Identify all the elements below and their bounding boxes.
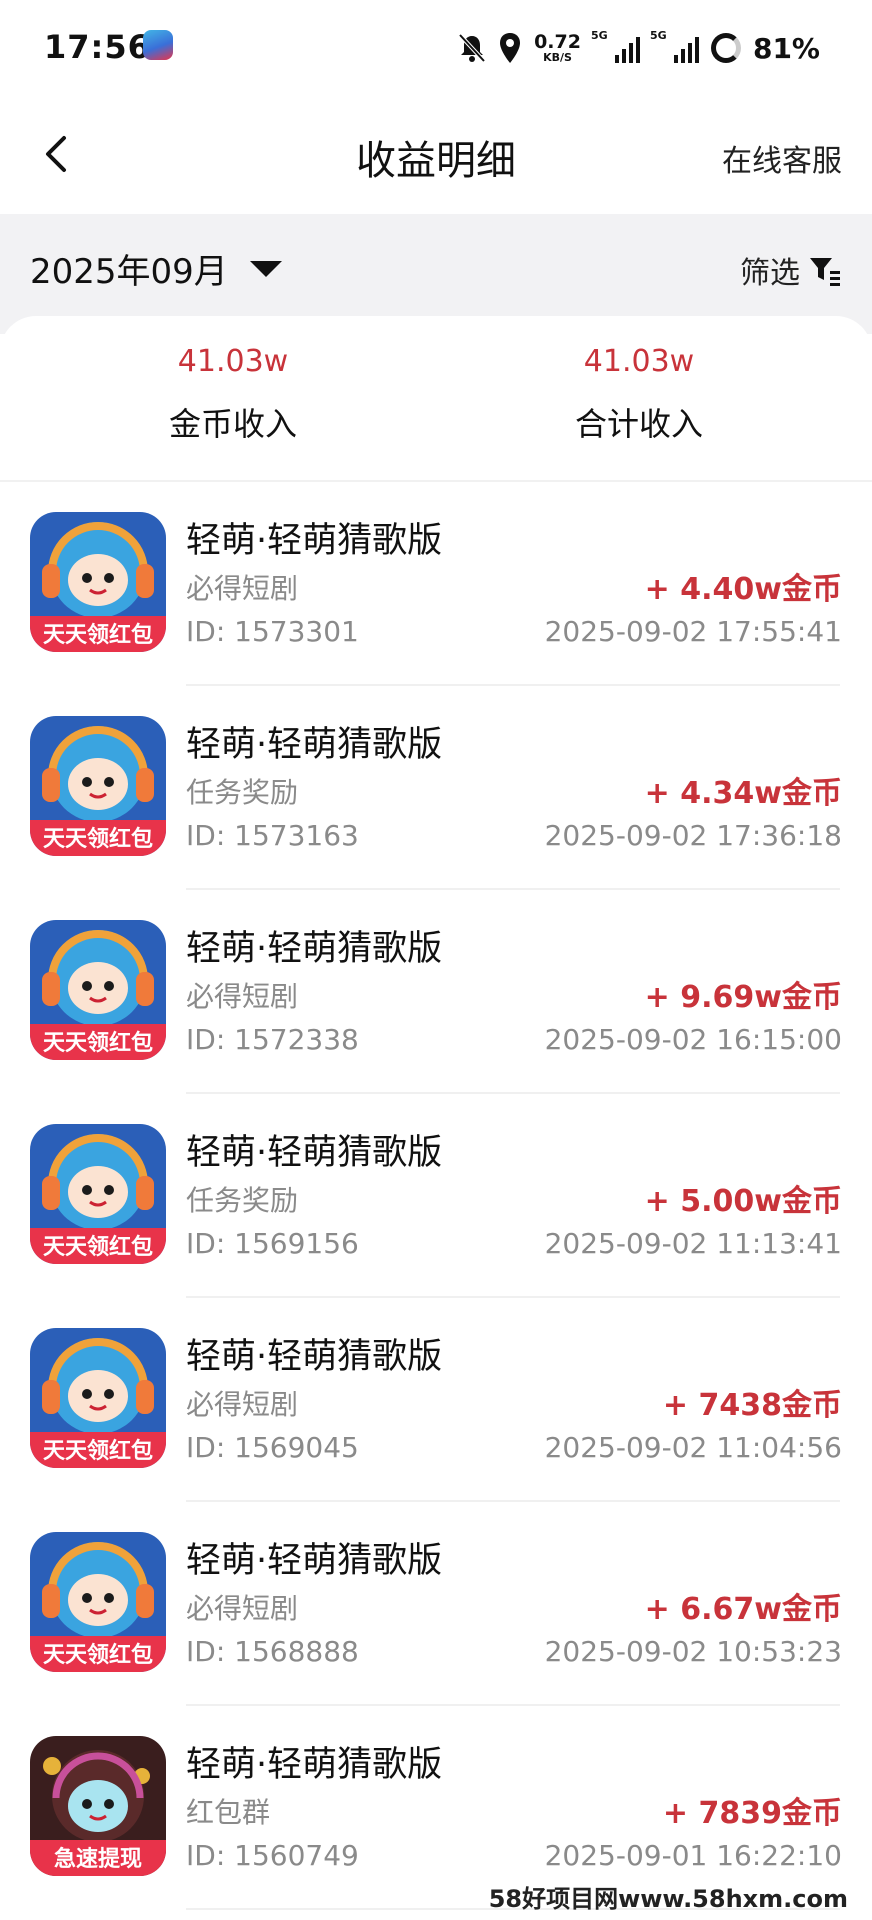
record-time: 2025-09-02 17:36:18: [544, 819, 842, 852]
income-record-list: 天天领红包 轻萌·轻萌猜歌版 必得短剧 ID: 1573301 + 4.40w金…: [0, 482, 872, 1910]
record-row[interactable]: 天天领红包 轻萌·轻萌猜歌版 任务奖励 ID: 1569156 + 5.00w金…: [0, 1094, 872, 1298]
status-bar: 17:56 0.72 KB/S 5G 5G 81%: [0, 0, 872, 96]
record-time: 2025-09-02 11:13:41: [544, 1227, 842, 1260]
filter-label: 筛选: [740, 256, 800, 291]
network-speed: 0.72 KB/S: [534, 31, 581, 64]
total-income-summary: 41.03w 合计收入: [489, 344, 789, 445]
record-category: 必得短剧: [186, 1388, 299, 1421]
app-icon: 急速提现: [30, 1736, 166, 1876]
app-icon-banner: 天天领红包: [43, 1642, 153, 1668]
record-title: 轻萌·轻萌猜歌版: [186, 929, 443, 969]
record-row[interactable]: 天天领红包 轻萌·轻萌猜歌版 必得短剧 ID: 1573301 + 4.40w金…: [0, 482, 872, 686]
signal-icon: 5G: [650, 29, 699, 63]
record-title: 轻萌·轻萌猜歌版: [186, 725, 443, 765]
record-id: ID: 1573163: [186, 819, 359, 852]
record-id: ID: 1573301: [186, 615, 359, 648]
app-notification-icon: [143, 30, 173, 60]
app-icon: 天天领红包: [30, 1124, 166, 1264]
battery-percentage: 81%: [752, 31, 820, 65]
app-icon-banner: 天天领红包: [43, 826, 153, 852]
total-income-value: 41.03w: [583, 344, 695, 379]
app-icon: 天天领红包: [30, 512, 166, 652]
bell-off-icon: [458, 33, 486, 63]
coin-income-value: 41.03w: [177, 344, 289, 379]
record-title: 轻萌·轻萌猜歌版: [186, 1541, 443, 1581]
app-icon: 天天领红包: [30, 1328, 166, 1468]
network-speed-unit: KB/S: [543, 51, 572, 64]
filter-icon: [810, 258, 840, 286]
record-amount: + 4.34w金币: [644, 776, 842, 811]
page-header: 收益明细 在线客服: [0, 96, 872, 214]
record-time: 2025-09-01 16:22:10: [544, 1839, 842, 1872]
record-row[interactable]: 天天领红包 轻萌·轻萌猜歌版 任务奖励 ID: 1573163 + 4.34w金…: [0, 686, 872, 890]
app-icon-banner: 天天领红包: [43, 1030, 153, 1056]
income-summary: 41.03w 金币收入 41.03w 合计收入: [0, 316, 872, 482]
coin-income-label: 金币收入: [168, 405, 297, 443]
app-icon-banner: 天天领红包: [43, 1438, 153, 1464]
signal-label: 5G: [649, 29, 667, 42]
month-picker[interactable]: 2025年09月: [30, 244, 282, 293]
caret-down-icon: [249, 260, 282, 277]
online-service-link[interactable]: 在线客服: [722, 136, 842, 180]
income-card: 41.03w 金币收入 41.03w 合计收入 天天领红包 轻萌·轻萌猜歌版 必…: [0, 316, 872, 1920]
status-indicators: 0.72 KB/S 5G 5G 81%: [458, 26, 820, 70]
record-amount: + 9.69w金币: [644, 980, 842, 1015]
site-watermark: 58好项目网www.58hxm.com: [488, 1885, 848, 1913]
record-time: 2025-09-02 11:04:56: [544, 1431, 842, 1464]
record-id: ID: 1569156: [186, 1227, 359, 1260]
app-icon-banner: 急速提现: [54, 1846, 142, 1872]
record-row[interactable]: 天天领红包 轻萌·轻萌猜歌版 必得短剧 ID: 1572338 + 9.69w金…: [0, 890, 872, 1094]
app-icon-banner: 天天领红包: [43, 1234, 153, 1260]
record-category: 任务奖励: [186, 776, 299, 809]
record-amount: + 5.00w金币: [644, 1184, 842, 1219]
app-icon: 天天领红包: [30, 1532, 166, 1672]
record-amount: + 4.40w金币: [644, 572, 842, 607]
record-category: 必得短剧: [186, 572, 299, 605]
app-icon-banner: 天天领红包: [43, 622, 153, 648]
record-title: 轻萌·轻萌猜歌版: [186, 521, 443, 561]
app-icon: 天天领红包: [30, 920, 166, 1060]
record-category: 红包群: [186, 1796, 271, 1829]
record-row[interactable]: 天天领红包 轻萌·轻萌猜歌版 必得短剧 ID: 1568888 + 6.67w金…: [0, 1502, 872, 1706]
battery-icon: [710, 33, 741, 63]
record-time: 2025-09-02 10:53:23: [544, 1635, 842, 1668]
record-row[interactable]: 天天领红包 轻萌·轻萌猜歌版 必得短剧 ID: 1569045 + 7438金币…: [0, 1298, 872, 1502]
signal-label: 5G: [590, 29, 608, 42]
record-amount: + 7438金币: [662, 1388, 842, 1423]
record-time: 2025-09-02 17:55:41: [544, 615, 842, 648]
network-speed-value: 0.72: [534, 31, 581, 53]
record-category: 任务奖励: [186, 1184, 299, 1217]
total-income-label: 合计收入: [574, 405, 703, 443]
app-icon: 天天领红包: [30, 716, 166, 856]
status-time: 17:56: [44, 28, 151, 66]
record-amount: + 6.67w金币: [644, 1592, 842, 1627]
record-title: 轻萌·轻萌猜歌版: [186, 1133, 443, 1173]
record-category: 必得短剧: [186, 1592, 299, 1625]
record-time: 2025-09-02 16:15:00: [544, 1023, 842, 1056]
location-icon: [500, 33, 521, 63]
record-title: 轻萌·轻萌猜歌版: [186, 1337, 443, 1377]
record-category: 必得短剧: [186, 980, 299, 1013]
record-amount: + 7839金币: [662, 1796, 842, 1831]
record-id: ID: 1568888: [186, 1635, 359, 1668]
month-label: 2025年09月: [30, 252, 228, 292]
filter-button[interactable]: 筛选: [740, 248, 842, 292]
coin-income-summary: 41.03w 金币收入: [83, 344, 383, 445]
record-id: ID: 1560749: [186, 1839, 359, 1872]
record-id: ID: 1569045: [186, 1431, 359, 1464]
record-id: ID: 1572338: [186, 1023, 359, 1056]
signal-icon: 5G: [591, 29, 640, 63]
record-title: 轻萌·轻萌猜歌版: [186, 1745, 443, 1785]
